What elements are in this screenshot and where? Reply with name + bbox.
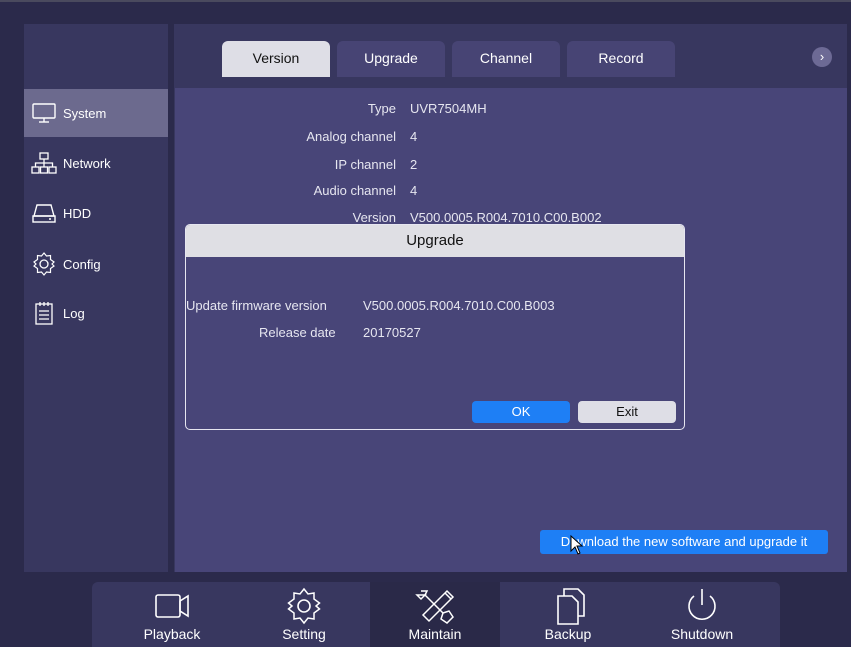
network-icon	[31, 152, 57, 174]
ok-button[interactable]: OK	[472, 401, 570, 423]
analog-channel-value: 4	[410, 129, 418, 144]
nav-backup[interactable]: Backup	[506, 582, 630, 647]
nav-shutdown[interactable]: Shutdown	[640, 582, 764, 647]
dialog-title: Upgrade	[186, 225, 684, 257]
log-icon	[31, 302, 57, 325]
upgrade-dialog: Upgrade Update firmware version V500.000…	[185, 224, 685, 430]
hdd-icon	[31, 202, 57, 224]
release-date-label: Release date	[259, 325, 336, 340]
ip-channel-label: IP channel	[334, 157, 396, 172]
mouse-cursor-icon	[570, 535, 584, 555]
sidebar-item-label: HDD	[63, 205, 92, 221]
type-label: Type	[367, 101, 396, 116]
analog-channel-label: Analog channel	[306, 129, 396, 144]
nav-maintain[interactable]: Maintain	[370, 582, 500, 647]
tab-version[interactable]: Version	[222, 41, 330, 77]
nav-playback[interactable]: Playback	[110, 582, 234, 647]
nav-label: Playback	[143, 626, 201, 642]
gear-icon	[31, 252, 57, 276]
audio-channel-value: 4	[410, 183, 418, 198]
monitor-icon	[31, 102, 57, 124]
top-edge-line	[0, 0, 851, 2]
sidebar-item-label: Config	[63, 256, 101, 272]
version-value: V500.0005.R004.7010.C00.B002	[410, 210, 602, 225]
tools-icon	[413, 586, 457, 626]
nav-label: Setting	[282, 626, 326, 642]
type-value: UVR7504MH	[410, 101, 487, 116]
power-icon	[682, 586, 722, 626]
sidebar-item-label: Network	[63, 155, 111, 171]
audio-channel-label: Audio channel	[313, 183, 396, 198]
files-icon	[548, 586, 588, 626]
tab-next-arrow-icon[interactable]: ›	[812, 47, 832, 67]
sidebar-item-hdd[interactable]: HDD	[24, 189, 168, 237]
sidebar-item-network[interactable]: Network	[24, 139, 168, 187]
nav-label: Backup	[544, 626, 592, 642]
top-band	[0, 0, 851, 20]
nav-label: Shutdown	[670, 626, 734, 642]
exit-button[interactable]: Exit	[578, 401, 676, 423]
nav-setting[interactable]: Setting	[242, 582, 366, 647]
sidebar-item-config[interactable]: Config	[24, 240, 168, 288]
firmware-version-value: V500.0005.R004.7010.C00.B003	[363, 298, 555, 313]
tab-upgrade[interactable]: Upgrade	[337, 41, 445, 77]
release-date-value: 20170527	[363, 325, 421, 340]
tab-record[interactable]: Record	[567, 41, 675, 77]
tab-channel[interactable]: Channel	[452, 41, 560, 77]
sidebar-item-label: Log	[63, 305, 85, 321]
ip-channel-value: 2	[410, 157, 418, 172]
gear-icon	[284, 586, 324, 626]
version-label: Version	[352, 210, 396, 225]
firmware-version-label: Update firmware version	[186, 298, 327, 313]
sidebar-item-system[interactable]: System	[24, 89, 168, 137]
sidebar-item-log[interactable]: Log	[24, 289, 168, 337]
nav-label: Maintain	[408, 626, 462, 642]
camera-icon	[150, 586, 194, 626]
sidebar-item-label: System	[63, 105, 107, 121]
